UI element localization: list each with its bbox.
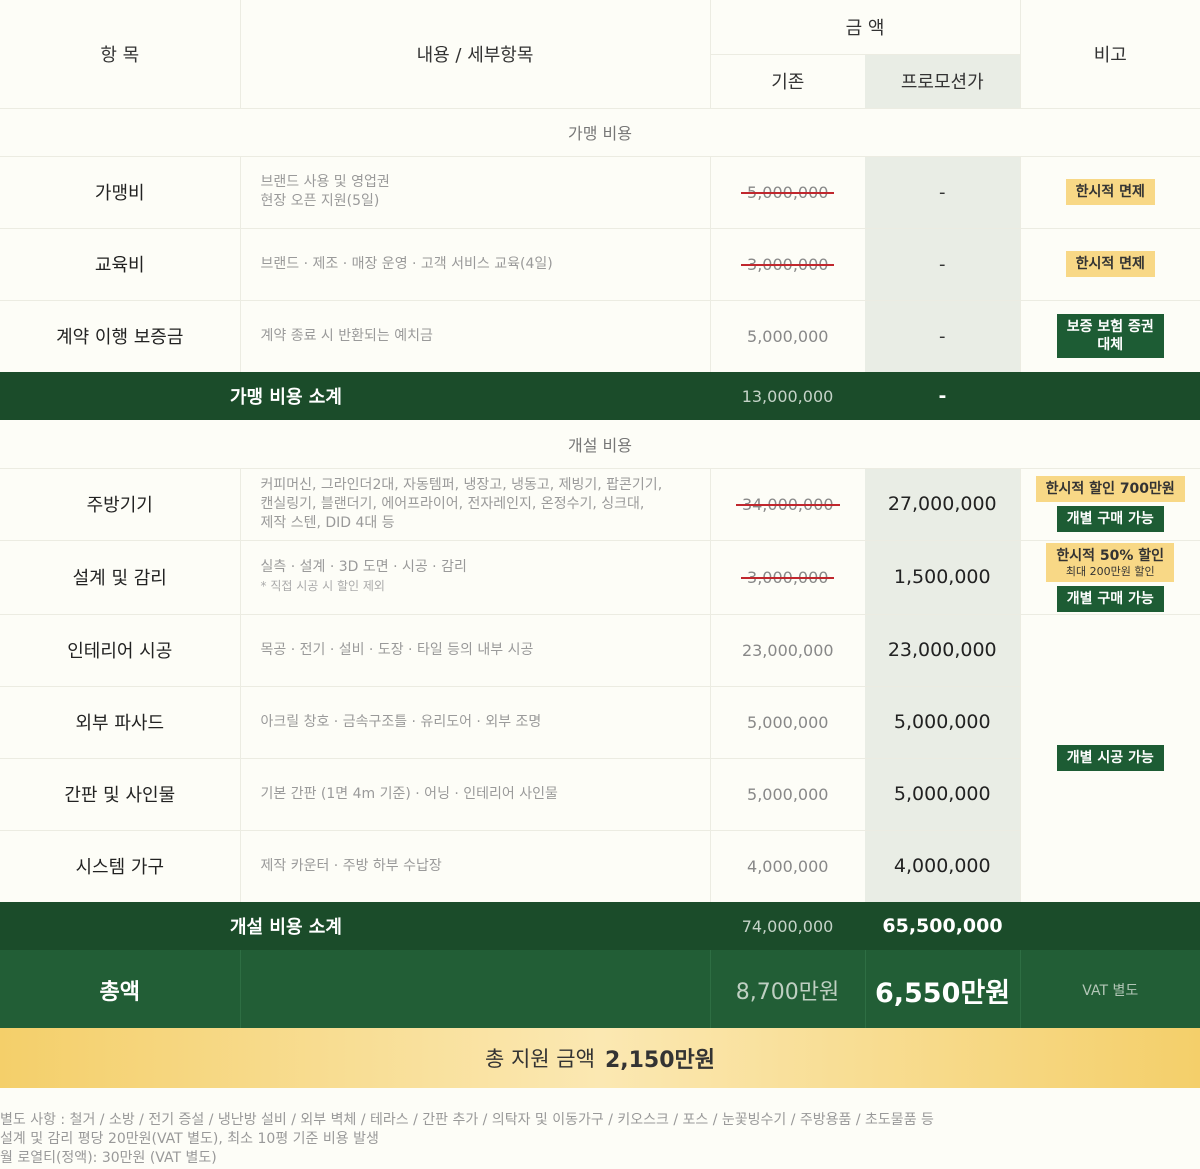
row-promo: 1,500,000 <box>865 539 1020 614</box>
subtotal-base: 74,000,000 <box>741 916 834 936</box>
row-promo: 5,000,000 <box>865 685 1020 758</box>
franchise-subtotal-row: 가맹 비용 소계 13,000,000 - <box>0 372 1200 420</box>
exempt-badge: 한시적 면제 <box>1065 179 1155 205</box>
row-item: 계약 이행 보증금 <box>0 299 240 372</box>
support-label: 총 지원 금액 <box>484 1047 595 1071</box>
opening-subtotal-row: 개설 비용 소계 74,000,000 65,500,000 <box>0 902 1200 950</box>
header-amount: 금 액 <box>709 0 1020 54</box>
footnote: 별도 사항 : 철거 / 소방 / 전기 증설 / 냉난방 설비 / 외부 벽체… <box>0 1112 934 1128</box>
grand-total-base: 8,700만원 <box>709 950 865 1030</box>
grand-total-label: 총액 <box>99 980 140 1005</box>
discount-badge: 한시적 할인 700만원 <box>1035 476 1185 502</box>
header-detail: 내용 / 세부항목 <box>239 0 710 108</box>
desc-note: * 직접 시공 시 할인 제외 <box>260 579 385 593</box>
exempt-badge: 한시적 면제 <box>1065 251 1155 277</box>
row-base: 5,000,000 <box>709 299 865 372</box>
grand-total-promo: 6,550만원 <box>864 950 1020 1030</box>
row-item: 주방기기 <box>0 467 240 540</box>
header-remark: 비고 <box>1019 0 1200 108</box>
header-base: 기존 <box>709 53 865 108</box>
row-item: 설계 및 감리 <box>0 539 240 614</box>
row-desc: 커피머신, 그라인더2대, 자동템퍼, 냉장고, 냉동고, 제빙기, 팝콘기기,… <box>239 467 710 540</box>
row-promo: 5,000,000 <box>865 757 1020 830</box>
row-base: 5,000,000 <box>709 757 865 830</box>
support-amount: 2,150만원 <box>604 1048 716 1073</box>
separate-construction-badge: 개별 시공 가능 <box>1056 745 1164 772</box>
footnote: 월 로열티(정액): 30만원 (VAT 별도) <box>0 1150 217 1166</box>
vat-note: VAT 별도 <box>1019 950 1200 1030</box>
subtotal-promo: - <box>938 385 947 407</box>
row-item: 인테리어 시공 <box>0 613 240 686</box>
row-desc: 브랜드 · 제조 · 매장 운영 · 고객 서비스 교육(4일) <box>239 227 710 300</box>
footnote: 설계 및 감리 평당 20만원(VAT 별도), 최소 10평 기준 비용 발생 <box>0 1131 379 1147</box>
subtotal-promo: 65,500,000 <box>882 915 1003 937</box>
row-promo: - <box>865 227 1020 300</box>
row-promo: - <box>865 299 1020 372</box>
row-promo: 4,000,000 <box>865 829 1020 902</box>
section-opening: 개설 비용 <box>568 435 632 455</box>
row-remark: 한시적 할인 700만원 개별 구매 가능 <box>1019 467 1200 540</box>
row-desc: 목공 · 전기 · 설비 · 도장 · 타일 등의 내부 시공 <box>239 613 710 686</box>
separate-purchase-badge: 개별 구매 가능 <box>1056 506 1164 532</box>
discount-badge: 한시적 50% 할인 최대 200만원 할인 <box>1046 542 1175 582</box>
row-desc: 기본 간판 (1면 4m 기준) · 어닝 · 인테리어 사인물 <box>239 757 710 830</box>
row-item: 교육비 <box>0 227 240 300</box>
row-desc: 아크릴 창호 · 금속구조틀 · 유리도어 · 외부 조명 <box>239 685 710 758</box>
row-item: 외부 파사드 <box>0 685 240 758</box>
row-remark: 한시적 면제 <box>1019 155 1200 228</box>
subtotal-label: 개설 비용 소계 <box>230 917 342 938</box>
row-item: 시스템 가구 <box>0 829 240 902</box>
row-item: 간판 및 사인물 <box>0 757 240 830</box>
row-base: 3,000,000 <box>709 539 865 614</box>
row-base: 23,000,000 <box>709 613 865 686</box>
separate-purchase-badge: 개별 구매 가능 <box>1056 585 1164 612</box>
insurance-badge: 보증 보험 증권 대체 <box>1056 314 1164 359</box>
row-desc: 제작 카운터 · 주방 하부 수납장 <box>239 829 710 902</box>
row-base: 3,000,000 <box>709 227 865 300</box>
section-franchise: 가맹 비용 <box>0 107 1200 156</box>
row-remark: 한시적 50% 할인 최대 200만원 할인 개별 구매 가능 <box>1019 539 1200 614</box>
row-remark: 한시적 면제 <box>1019 227 1200 300</box>
row-base: 5,000,000 <box>709 155 865 228</box>
cost-table: 항 목 내용 / 세부항목 금 액 비고 기존 프로모션가 가맹 비용 가맹비 … <box>0 0 1200 1030</box>
subtotal-base: 13,000,000 <box>741 386 834 406</box>
footnotes: 별도 사항 : 철거 / 소방 / 전기 증설 / 냉난방 설비 / 외부 벽체… <box>0 1111 1200 1168</box>
row-base: 4,000,000 <box>709 829 865 902</box>
row-base: 5,000,000 <box>709 685 865 758</box>
grand-total-row: 총액 8,700만원 6,550만원 VAT 별도 <box>0 950 1200 1030</box>
row-promo: 27,000,000 <box>865 467 1020 540</box>
header-item: 항 목 <box>100 44 140 66</box>
row-desc: 실측 · 설계 · 3D 도면 · 시공 · 감리 * 직접 시공 시 할인 제… <box>239 539 710 614</box>
row-promo: 23,000,000 <box>865 613 1020 686</box>
total-support-banner: 총 지원 금액 2,150만원 <box>0 1028 1200 1088</box>
row-desc: 브랜드 사용 및 영업권 현장 오픈 지원(5일) <box>239 155 710 228</box>
row-remark: 보증 보험 증권 대체 <box>1019 299 1200 372</box>
subtotal-label: 가맹 비용 소계 <box>230 387 342 408</box>
row-promo: - <box>865 155 1020 228</box>
row-remark-merged: 개별 시공 가능 <box>1019 613 1200 902</box>
row-base: 34,000,000 <box>709 467 865 540</box>
row-item: 가맹비 <box>0 155 240 228</box>
header-promo: 프로모션가 <box>865 53 1020 108</box>
row-desc: 계약 종료 시 반환되는 예치금 <box>239 299 710 372</box>
